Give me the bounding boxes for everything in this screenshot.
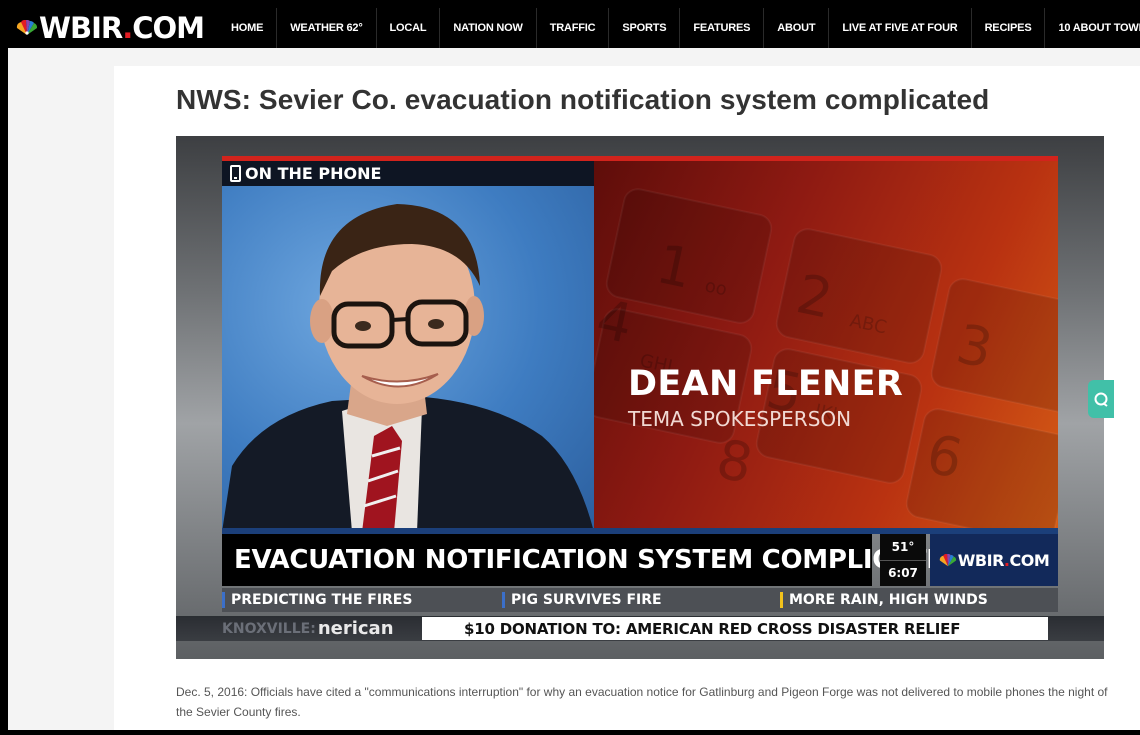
nav-item-nation-now[interactable]: NATION NOW: [440, 8, 537, 48]
nav-item-sports[interactable]: SPORTS: [609, 8, 681, 48]
nav-item-about[interactable]: ABOUT: [764, 8, 830, 48]
side-feedback-widget[interactable]: [1088, 380, 1114, 418]
bug-suffix: COM: [1009, 550, 1050, 570]
weather-time-box: 51° 6:07: [880, 534, 926, 586]
ticker-left: KNOXVILLE: nerican: [222, 616, 422, 641]
bug-text: WBIR: [957, 550, 1005, 570]
teaser-item: PIG SURVIVES FIRE: [502, 592, 780, 608]
nav-menu: HOME WEATHER 62° LOCAL NATION NOW TRAFFI…: [218, 8, 1140, 48]
nav-item-10-about-town[interactable]: 10 ABOUT TOWN: [1045, 8, 1140, 48]
teaser-item: PREDICTING THE FIRES: [222, 592, 502, 608]
nav-item-local[interactable]: LOCAL: [377, 8, 441, 48]
article-container: NWS: Sevier Co. evacuation notification …: [114, 66, 1140, 730]
teaser-bar: PREDICTING THE FIRES PIG SURVIVES FIRE M…: [222, 588, 1058, 612]
refresh-icon: [1094, 392, 1108, 407]
logo-text: WBIR: [39, 11, 123, 45]
ticker-message: $10 DONATION TO: AMERICAN RED CROSS DISA…: [422, 617, 1048, 640]
nav-item-traffic[interactable]: TRAFFIC: [537, 8, 610, 48]
temperature-readout: 51°: [891, 539, 915, 554]
nav-item-home[interactable]: HOME: [218, 8, 278, 48]
nav-item-recipes[interactable]: RECIPES: [972, 8, 1046, 48]
nav-item-weather[interactable]: WEATHER 62°: [277, 8, 377, 48]
article-headline: NWS: Sevier Co. evacuation notification …: [176, 84, 990, 115]
time-readout: 6:07: [880, 559, 926, 587]
top-navbar: WBIR. COM HOME WEATHER 62° LOCAL NATION N…: [8, 8, 1140, 48]
teaser-item: MORE RAIN, HIGH WINDS: [780, 592, 1058, 608]
page-background: NWS: Sevier Co. evacuation notification …: [8, 48, 1140, 730]
nav-item-features[interactable]: FEATURES: [680, 8, 765, 48]
logo-dot: .: [122, 11, 133, 45]
speaker-title: TEMA SPOKESPERSON: [628, 407, 852, 431]
logo-suffix: COM: [132, 11, 205, 45]
ticker-scroll-text: nerican: [317, 618, 394, 639]
on-the-phone-text: ON THE PHONE: [245, 164, 382, 183]
speaker-name: DEAN FLENER: [628, 364, 904, 404]
ticker-location: KNOXVILLE:: [222, 620, 316, 637]
phone-icon: [230, 165, 241, 182]
keypad-letters-1: oo: [703, 275, 729, 300]
speaker-name-block: DEAN FLENER TEMA SPOKESPERSON: [628, 364, 903, 431]
nbc-peacock-icon: [16, 20, 38, 35]
video-player[interactable]: ON THE PHONE 1 2 3 4 5 6 8 oo ABC GHI JK…: [176, 136, 1104, 659]
red-background-panel: 1 2 3 4 5 6 8 oo ABC GHI JKL: [594, 161, 1058, 532]
speaker-photo: [222, 186, 594, 532]
site-logo[interactable]: WBIR. COM: [16, 11, 205, 45]
speaker-portrait: [222, 204, 594, 532]
video-caption: Dec. 5, 2016: Officials have cited a "co…: [176, 685, 1108, 719]
phone-keypad-graphic: 1 2 3 4 5 6 8 oo ABC GHI JKL: [594, 188, 1058, 532]
station-bug: WBIR. COM: [930, 534, 1058, 586]
nav-item-live-at-five[interactable]: LIVE AT FIVE AT FOUR: [829, 8, 972, 48]
lower-third-headline: EVACUATION NOTIFICATION SYSTEM COMPLICAT…: [222, 534, 965, 586]
nbc-peacock-icon-bug: [939, 553, 956, 566]
on-the-phone-label: ON THE PHONE: [222, 161, 594, 186]
